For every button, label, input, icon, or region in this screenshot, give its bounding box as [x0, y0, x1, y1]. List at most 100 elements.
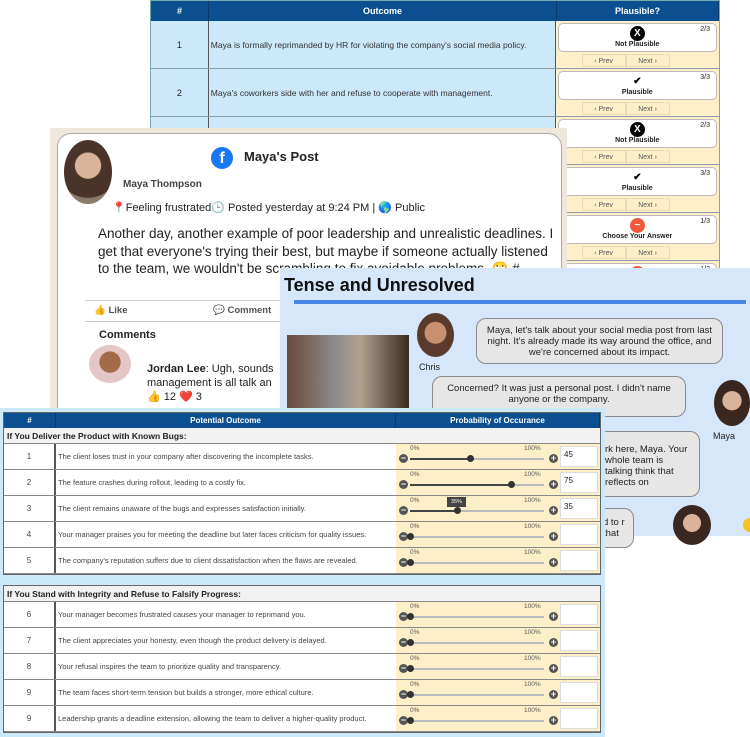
row-outcome: The client appreciates your honesty, eve… — [58, 636, 327, 645]
slider-track[interactable] — [410, 481, 544, 488]
answer-card[interactable]: ✔ Plausible 3/3 — [557, 167, 717, 196]
row-outcome: Leadership grants a deadline extension, … — [58, 714, 367, 723]
plausible-selector: X Not Plausible 2/3 ‹ Prev Next › — [555, 117, 719, 164]
section-heading: If You Deliver the Product with Known Bu… — [4, 428, 600, 444]
slider-thumb[interactable] — [453, 507, 461, 514]
probability-slider: − 0% 100% + 75 — [396, 470, 600, 495]
answer-card[interactable]: − Choose Your Answer 1/3 — [557, 215, 717, 244]
comment-button[interactable]: 💬 Comment — [213, 305, 271, 316]
maya-label: Maya — [713, 431, 736, 441]
slider-thumb[interactable] — [407, 533, 414, 540]
next-button[interactable]: Next › — [625, 54, 670, 67]
min-label: 0% — [410, 655, 420, 662]
max-label: 100% — [524, 707, 541, 714]
max-label: 100% — [524, 549, 541, 556]
increase-button[interactable]: + — [549, 638, 558, 647]
probability-input[interactable] — [560, 550, 598, 571]
probability-input[interactable] — [560, 524, 598, 545]
prev-button[interactable]: ‹ Prev — [581, 102, 626, 115]
min-label: 0% — [410, 497, 420, 504]
next-button[interactable]: Next › — [625, 246, 670, 259]
probability-input[interactable] — [560, 604, 598, 625]
maya-chat-avatar — [714, 380, 750, 426]
probability-input[interactable] — [560, 682, 598, 703]
slider-thumb[interactable] — [407, 717, 414, 724]
header-number: # — [4, 413, 56, 428]
slider-track[interactable] — [407, 559, 544, 566]
slider-track[interactable] — [407, 639, 544, 646]
probability-input[interactable] — [560, 708, 598, 729]
answer-label: Choose Your Answer — [602, 233, 673, 240]
row-number: 5 — [4, 548, 56, 573]
slider-track[interactable] — [410, 455, 544, 462]
chris-message: Maya, let's talk about your social media… — [476, 318, 723, 364]
table-header: # Potential Outcome Probability of Occur… — [4, 413, 600, 428]
row-number: 1 — [4, 444, 56, 469]
decrease-button[interactable]: − — [399, 454, 408, 463]
maya-chat-avatar — [673, 505, 711, 545]
table-row: 9 The team faces short-term tension but … — [4, 680, 600, 706]
increase-button[interactable]: + — [549, 532, 558, 541]
answer-card[interactable]: ✔ Plausible 3/3 — [557, 71, 717, 100]
increase-button[interactable]: + — [549, 558, 558, 567]
increase-button[interactable]: + — [549, 690, 558, 699]
slider-thumb[interactable] — [467, 455, 475, 462]
prev-button[interactable]: ‹ Prev — [581, 150, 626, 163]
slider-thumb[interactable] — [407, 613, 414, 620]
row-number: 2 — [151, 69, 209, 116]
slider-thumb[interactable] — [407, 691, 414, 698]
decrease-button[interactable]: − — [399, 506, 408, 515]
increase-button[interactable]: + — [549, 716, 558, 725]
increase-button[interactable]: + — [549, 664, 558, 673]
probability-input[interactable]: 75 — [560, 472, 598, 493]
answer-card[interactable]: X Not Plausible 2/3 — [557, 23, 717, 52]
answer-count: 2/3 — [700, 26, 710, 33]
probability-table: # Potential Outcome Probability of Occur… — [0, 408, 605, 737]
slider-track[interactable]: 35% — [410, 497, 544, 514]
slider-thumb[interactable] — [407, 559, 414, 566]
decrease-button[interactable]: − — [399, 480, 408, 489]
slider-track[interactable] — [407, 613, 544, 620]
scene-image — [287, 335, 409, 411]
x-circle-icon: X — [629, 122, 645, 137]
table-row: 1 Maya is formally reprimanded by HR for… — [151, 21, 719, 69]
increase-button[interactable]: + — [549, 454, 558, 463]
probability-slider: − 0% 100% + — [396, 548, 600, 573]
min-label: 0% — [410, 471, 420, 478]
increase-button[interactable]: + — [549, 612, 558, 621]
slider-thumb[interactable] — [407, 639, 414, 646]
answer-label: Plausible — [621, 185, 653, 192]
max-label: 100% — [524, 655, 541, 662]
probability-input[interactable]: 45 — [560, 446, 598, 467]
min-label: 0% — [410, 707, 420, 714]
answer-label: Plausible — [621, 89, 653, 96]
like-button[interactable]: 👍 Like — [94, 305, 127, 316]
slider-track[interactable] — [407, 533, 544, 540]
slider-track[interactable] — [407, 665, 544, 672]
probability-input[interactable] — [560, 656, 598, 677]
next-button[interactable]: Next › — [625, 102, 670, 115]
comment-reactions: 👍 12 ❤️ 3 — [147, 391, 202, 403]
min-label: 0% — [410, 681, 420, 688]
header-number: # — [151, 1, 209, 21]
increase-button[interactable]: + — [549, 506, 558, 515]
slider-track[interactable] — [407, 717, 544, 724]
probability-slider: − 0% 100% + — [396, 628, 600, 653]
prev-button[interactable]: ‹ Prev — [581, 54, 626, 67]
next-button[interactable]: Next › — [625, 150, 670, 163]
prev-button[interactable]: ‹ Prev — [581, 198, 626, 211]
row-outcome: The company's reputation suffers due to … — [58, 556, 358, 565]
slider-thumb[interactable] — [507, 481, 515, 488]
next-button[interactable]: Next › — [625, 198, 670, 211]
increase-button[interactable]: + — [549, 480, 558, 489]
table-row: 7 The client appreciates your honesty, e… — [4, 628, 600, 654]
slider-thumb[interactable] — [407, 665, 414, 672]
min-label: 0% — [410, 445, 420, 452]
probability-input[interactable] — [560, 630, 598, 651]
max-label: 100% — [524, 629, 541, 636]
slider-track[interactable] — [407, 691, 544, 698]
probability-input[interactable]: 35 — [560, 498, 598, 519]
prev-button[interactable]: ‹ Prev — [581, 246, 626, 259]
plausible-selector: ✔ Plausible 3/3 ‹ Prev Next › — [555, 69, 719, 116]
answer-card[interactable]: X Not Plausible 2/3 — [557, 119, 717, 148]
